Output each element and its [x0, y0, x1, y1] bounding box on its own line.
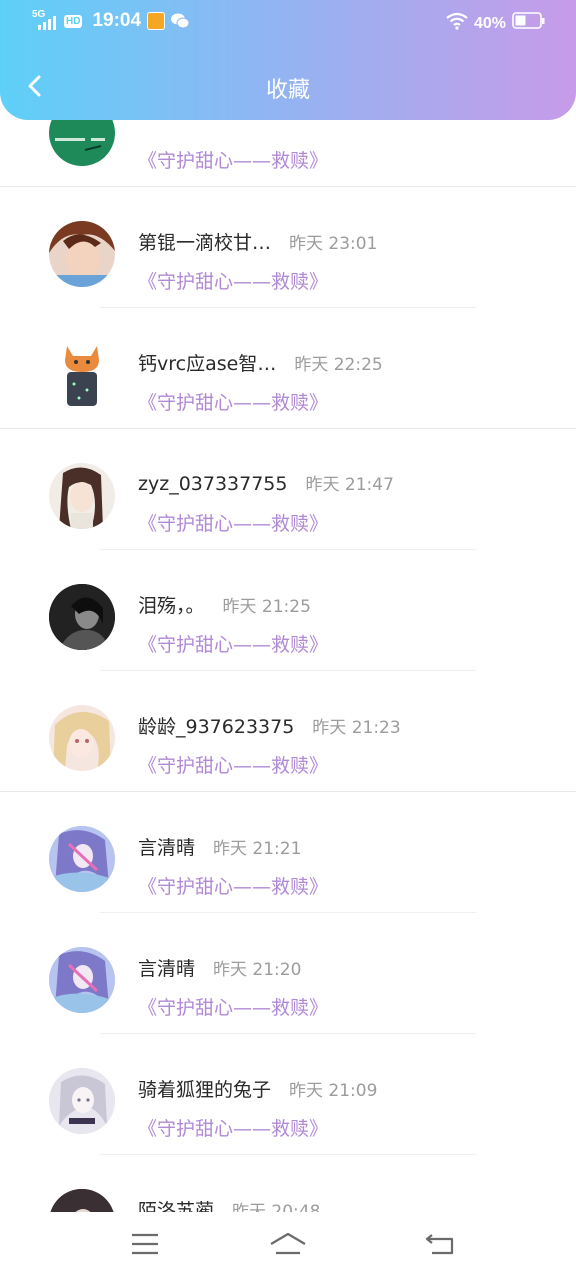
timestamp: 昨天 22:25 — [294, 355, 383, 375]
timestamp: 昨天 21:20 — [213, 960, 302, 980]
home-button[interactable] — [266, 1226, 310, 1262]
favorites-list: 《守护甜心——救赎》 第锟一滴校甘… 昨天 23:01 《守护甜心——救赎》 钙… — [0, 120, 576, 1212]
user-name[interactable]: 泪殇，。 — [138, 591, 205, 618]
battery-icon — [512, 12, 546, 35]
timestamp: 昨天 23:01 — [289, 234, 378, 254]
wechat-icon — [171, 13, 190, 29]
avatar — [49, 221, 115, 287]
list-item[interactable]: zyz_037337755 昨天 21:47 《守护甜心——救赎》 — [0, 429, 576, 550]
user-name[interactable]: 骑着狐狸的兔子 — [138, 1075, 271, 1102]
avatar — [49, 1189, 115, 1212]
list-item[interactable]: 第锟一滴校甘… 昨天 23:01 《守护甜心——救赎》 — [0, 187, 576, 308]
user-name[interactable]: 言清晴 — [138, 833, 195, 860]
work-title[interactable]: 《守护甜心——救赎》 — [138, 267, 328, 294]
user-name[interactable]: 陌洛苏蔺 — [138, 1196, 214, 1212]
list-item[interactable]: 言清晴 昨天 21:20 《守护甜心——救赎》 — [0, 913, 576, 1034]
system-navigation-bar — [0, 1212, 576, 1280]
list-item[interactable]: 陌洛苏蔺 昨天 20:48 — [0, 1155, 576, 1212]
list-item[interactable]: 龄龄_937623375 昨天 21:23 《守护甜心——救赎》 — [0, 671, 576, 792]
avatar — [49, 826, 115, 892]
avatar — [49, 705, 115, 771]
work-title[interactable]: 《守护甜心——救赎》 — [138, 751, 328, 778]
header: 5G HD 19:04 40% 收藏 — [0, 0, 576, 120]
menu-button[interactable] — [125, 1226, 165, 1262]
list-item[interactable]: 泪殇，。 昨天 21:25 《守护甜心——救赎》 — [0, 550, 576, 671]
back-nav-button[interactable] — [420, 1226, 460, 1262]
work-title[interactable]: 《守护甜心——救赎》 — [138, 388, 328, 415]
avatar — [49, 120, 115, 166]
avatar — [49, 342, 115, 408]
app-notification-icon — [147, 12, 166, 30]
title-bar: 收藏 — [0, 58, 576, 114]
user-name[interactable]: 龄龄_937623375 — [138, 712, 294, 739]
return-icon — [425, 1234, 454, 1255]
signal-icon: 5G — [32, 9, 58, 31]
battery-percent: 40% — [473, 14, 506, 32]
avatar — [49, 584, 115, 650]
status-bar: 5G HD 19:04 40% — [0, 0, 576, 44]
list-item[interactable]: 言清晴 昨天 21:21 《守护甜心——救赎》 — [0, 792, 576, 913]
user-name[interactable]: 第锟一滴校甘… — [138, 228, 271, 255]
work-title[interactable]: 《守护甜心——救赎》 — [138, 872, 328, 899]
list-item[interactable]: 骑着狐狸的兔子 昨天 21:09 《守护甜心——救赎》 — [0, 1034, 576, 1155]
user-name[interactable]: zyz_037337755 — [138, 473, 288, 495]
avatar — [49, 947, 115, 1013]
user-name[interactable]: 钙vrc应ase智… — [138, 349, 276, 376]
timestamp: 昨天 21:25 — [222, 597, 311, 617]
work-title[interactable]: 《守护甜心——救赎》 — [138, 630, 328, 657]
work-title[interactable]: 《守护甜心——救赎》 — [138, 509, 328, 536]
network-type: 5G — [32, 9, 46, 20]
work-title[interactable]: 《守护甜心——救赎》 — [138, 993, 328, 1020]
work-title[interactable]: 《守护甜心——救赎》 — [138, 146, 328, 173]
home-icon — [270, 1232, 306, 1255]
avatar — [49, 463, 115, 529]
user-name[interactable]: 言清晴 — [138, 954, 195, 981]
timestamp: 昨天 20:48 — [232, 1202, 321, 1212]
hd-icon: HD — [64, 14, 83, 28]
menu-icon — [132, 1233, 158, 1255]
work-title[interactable]: 《守护甜心——救赎》 — [138, 1114, 328, 1141]
list-item[interactable]: 《守护甜心——救赎》 — [0, 120, 576, 187]
wifi-icon — [446, 12, 468, 35]
avatar — [49, 1068, 115, 1134]
list-item[interactable]: 钙vrc应ase智… 昨天 22:25 《守护甜心——救赎》 — [0, 308, 576, 429]
timestamp: 昨天 21:47 — [305, 475, 394, 495]
clock: 19:04 — [92, 10, 142, 31]
timestamp: 昨天 21:23 — [312, 718, 401, 738]
page-title: 收藏 — [265, 78, 310, 103]
timestamp: 昨天 21:21 — [213, 839, 302, 859]
timestamp: 昨天 21:09 — [289, 1081, 378, 1101]
